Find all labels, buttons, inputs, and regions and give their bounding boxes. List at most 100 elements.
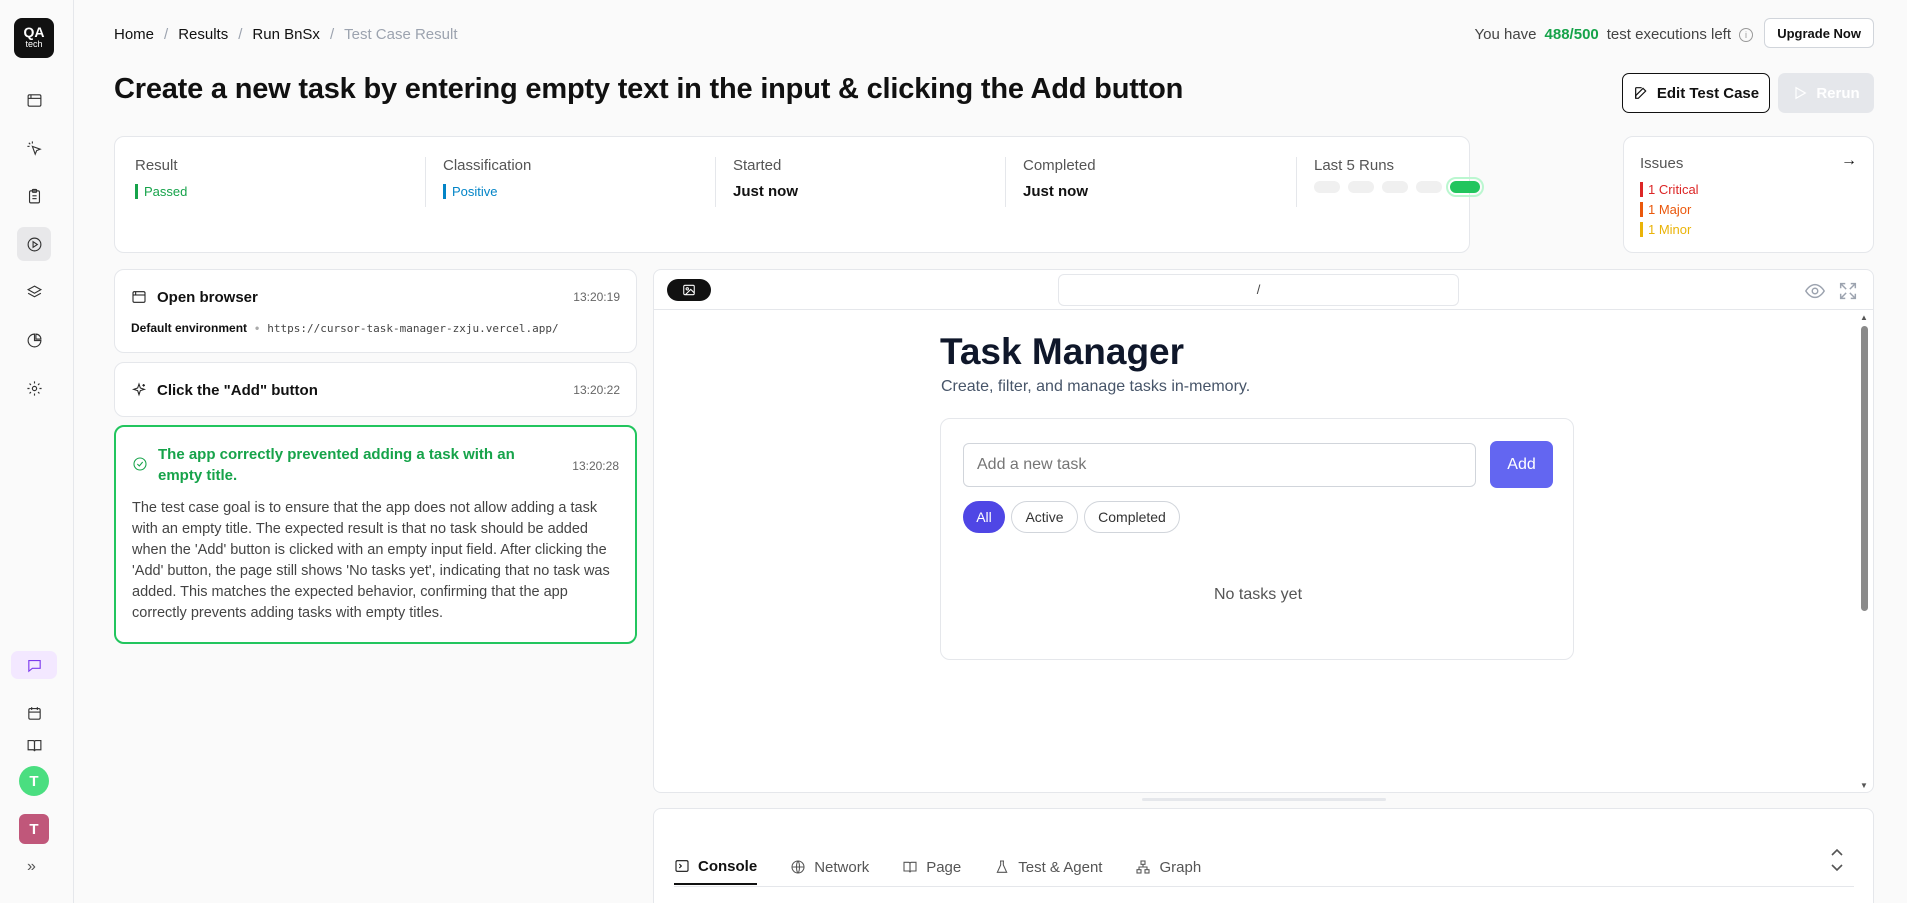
breadcrumb-run[interactable]: Run BnSx (252, 26, 320, 43)
user-avatar-letter: T (29, 772, 39, 790)
run-pill[interactable] (1314, 181, 1340, 193)
book-icon (27, 739, 41, 751)
completed-column: Completed Just now (1005, 157, 1295, 207)
execution-quota: You have 488/500 test executions left i (1475, 26, 1753, 43)
layers-icon (26, 284, 42, 297)
tab-page[interactable]: Page (902, 849, 961, 885)
edit-test-case-button[interactable]: Edit Test Case (1622, 73, 1770, 113)
browser-window-icon (131, 289, 147, 305)
issue-critical: 1 Critical (1640, 182, 1857, 197)
result-label: Result (135, 157, 178, 174)
started-label: Started (733, 157, 782, 174)
settings-icon (26, 380, 42, 396)
issues-card[interactable]: Issues → 1 Critical 1 Major 1 Minor (1623, 136, 1874, 253)
app-subtitle: Create, filter, and manage tasks in-memo… (941, 378, 1251, 395)
empty-state-text: No tasks yet (1213, 586, 1303, 603)
tab-console[interactable]: Console (674, 849, 758, 885)
image-icon (683, 284, 695, 296)
step-open-browser[interactable]: Open browser 13:20:19 Default environmen… (114, 269, 637, 353)
qa-tech-logo[interactable]: QA tech (14, 18, 54, 58)
breadcrumb: Home / Results / Run BnSx / Test Case Re… (114, 26, 458, 43)
run-pill-passed[interactable] (1446, 177, 1484, 197)
scrollbar-thumb[interactable] (1861, 326, 1868, 611)
calendar-button[interactable] (17, 696, 51, 730)
nav-analytics-button[interactable] (17, 323, 51, 357)
classification-badge: Positive (443, 184, 498, 199)
fullscreen-icon[interactable] (1837, 280, 1859, 302)
new-task-input[interactable] (963, 443, 1476, 487)
filter-all[interactable]: All (963, 501, 1005, 533)
environment-name: Default environment (131, 321, 248, 335)
globe-icon (791, 860, 805, 874)
nav-settings-button[interactable] (17, 371, 51, 405)
expand-sidebar-icon[interactable]: » (27, 858, 36, 876)
upgrade-now-button[interactable]: Upgrade Now (1764, 18, 1874, 48)
quota-count: 488/500 (1544, 26, 1599, 43)
panel-resize-handle[interactable] (1142, 798, 1386, 801)
breadcrumb-results[interactable]: Results (178, 26, 228, 43)
nav-runs-button[interactable] (17, 227, 51, 261)
left-rail: QA tech T T » (0, 0, 74, 903)
filter-completed[interactable]: Completed (1084, 501, 1180, 533)
nav-layers-button[interactable] (17, 275, 51, 309)
logo-text-top: QA (23, 24, 45, 40)
run-pill[interactable] (1348, 181, 1374, 193)
tab-network[interactable]: Network (790, 849, 869, 885)
chevrons-up-down-icon[interactable] (1829, 847, 1845, 873)
chat-button[interactable] (11, 651, 57, 679)
arrow-right-icon[interactable]: → (1841, 152, 1857, 170)
result-explanation: The test case goal is to ensure that the… (132, 500, 610, 621)
breadcrumb-separator: / (164, 26, 169, 43)
quota-prefix: You have (1474, 26, 1537, 43)
step-time: 13:20:22 (573, 383, 620, 397)
last-runs-list (1314, 177, 1586, 197)
rerun-button[interactable]: Rerun (1778, 73, 1874, 113)
breadcrumb-separator: / (329, 26, 335, 43)
browser-preview: / Task Manager Create, filter, and manag… (653, 269, 1874, 793)
scroll-up-icon[interactable]: ▲ (1860, 313, 1868, 322)
tab-graph[interactable]: Graph (1135, 849, 1201, 885)
environment-separator: • (255, 321, 260, 335)
info-icon[interactable]: i (1739, 27, 1753, 42)
org-avatar[interactable]: T (19, 814, 49, 844)
tab-page-label: Page (926, 858, 962, 876)
step-title: Open browser (157, 289, 258, 306)
step-time: 13:20:19 (573, 290, 620, 304)
terminal-icon (675, 860, 689, 872)
user-avatar[interactable]: T (19, 766, 49, 796)
nav-cursor-button[interactable] (17, 131, 51, 165)
calendar-icon (27, 706, 41, 720)
edit-test-case-label: Edit Test Case (1656, 84, 1760, 102)
address-bar[interactable]: / (1058, 274, 1459, 306)
run-pill[interactable] (1416, 181, 1442, 193)
filter-active[interactable]: Active (1011, 501, 1078, 533)
flask-icon (996, 860, 1008, 873)
nav-clipboard-button[interactable] (17, 179, 51, 213)
breadcrumb-separator: / (238, 26, 243, 43)
issues-label: Issues (1640, 155, 1684, 172)
pie-chart-icon (27, 333, 41, 347)
add-task-button[interactable]: Add (1490, 441, 1553, 488)
screenshot-toggle-button[interactable] (667, 279, 711, 301)
nav-calendar-window-button[interactable] (17, 83, 51, 117)
tab-test-agent[interactable]: Test & Agent (994, 849, 1102, 885)
check-circle-icon (132, 456, 148, 472)
page-viewport: Task Manager Create, filter, and manage … (654, 310, 1858, 792)
play-icon (1795, 86, 1807, 100)
issue-minor: 1 Minor (1640, 222, 1857, 237)
eye-icon[interactable] (1804, 280, 1826, 302)
play-circle-icon (27, 237, 41, 251)
devtools-panel: Console Network Page Test & Agent Graph (653, 808, 1874, 903)
scroll-down-icon[interactable]: ▼ (1860, 781, 1868, 790)
logo-text-bottom: tech (25, 39, 43, 49)
docs-button[interactable] (17, 728, 51, 762)
run-pill[interactable] (1382, 181, 1408, 193)
environment-url[interactable]: https://cursor-task-manager-zxju.vercel.… (267, 322, 558, 335)
breadcrumb-home[interactable]: Home (114, 26, 154, 43)
last-runs-column: Last 5 Runs (1296, 157, 1586, 207)
classification-label: Classification (443, 157, 532, 174)
step-result[interactable]: The app correctly prevented adding a tas… (114, 425, 637, 644)
calendar-window-icon (27, 93, 41, 107)
vertical-scrollbar[interactable]: ▲ ▼ (1856, 310, 1873, 792)
step-click-add[interactable]: Click the "Add" button 13:20:22 (114, 362, 637, 417)
